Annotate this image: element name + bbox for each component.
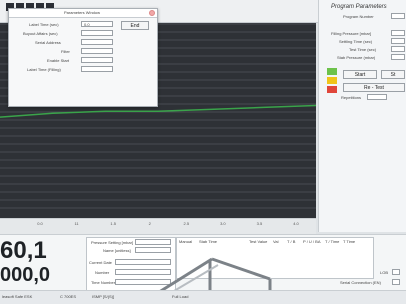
form-label-number: Number	[95, 270, 110, 275]
serial-connection-label: Serial Connection (EN)	[340, 280, 381, 285]
form-label-date: Current Date	[89, 260, 112, 265]
table-header-ttime: T / Time	[325, 239, 340, 244]
end-button[interactable]: End	[121, 21, 149, 30]
status-green-indicator	[327, 68, 337, 75]
x-tick-label: 2.5	[184, 221, 190, 226]
field-label-serial: Serial Address	[35, 40, 61, 45]
program-number-field[interactable]	[391, 13, 405, 19]
x-tick-label: 1.5	[110, 221, 116, 226]
frame-beam-right	[211, 257, 271, 281]
serial-field[interactable]	[81, 39, 113, 45]
status-item-3: ISMP [S/(S)]	[92, 294, 115, 299]
label-time-field[interactable]: 0.0	[81, 21, 113, 27]
enable-start-select[interactable]	[81, 57, 113, 63]
form-label-pressure: Pressure Setting [mbar]	[91, 240, 134, 245]
row-label-filling: Filling Pressure [mbar]	[331, 31, 372, 36]
x-tick-label: 2	[149, 221, 152, 226]
status-yellow-indicator	[327, 77, 337, 84]
filling-pressure-field[interactable]	[391, 30, 405, 36]
form-label-name: Name [unitless]	[103, 248, 131, 253]
serial-connection-field[interactable]	[392, 279, 400, 285]
repetitions-field[interactable]	[367, 94, 387, 100]
table-header-pub: P / U / BA	[303, 239, 321, 244]
panel-title: Program Parameters	[331, 4, 387, 10]
stab-pressure-field[interactable]	[391, 54, 405, 60]
pressure-setting-field[interactable]	[135, 239, 171, 245]
status-bar: leasoft Safe ESK C 700ES ISMP [S/(S)] Fu…	[0, 290, 406, 304]
buyout-field[interactable]	[81, 30, 113, 36]
x-axis: 0.0 11 1.5 2 2.5 3.0 3.5 4.0	[0, 218, 316, 235]
form-label-time-number: Time Number	[91, 280, 116, 285]
x-tick-label: 3.0	[220, 221, 226, 226]
unit-field[interactable]	[392, 269, 400, 275]
table-header-val: Val	[273, 239, 279, 244]
field-label-enable: Enable Start	[47, 58, 70, 63]
stop-button[interactable]: St	[381, 70, 405, 79]
x-tick-label: 0.0	[37, 221, 43, 226]
parameters-dialog: Parameters Window Label Time (sec) 0.0 B…	[8, 8, 158, 107]
row-label-settling: Settling Time (sec)	[339, 39, 373, 44]
status-item-1: leasoft Safe ESK	[2, 294, 33, 299]
big-value-1: 60,1	[0, 237, 47, 264]
table-header-tb: T / B	[287, 239, 296, 244]
unit-label: LOB	[380, 270, 389, 275]
start-button[interactable]: Start	[343, 70, 377, 79]
application-window: 0.0 11 1.5 2 2.5 3.0 3.5 4.0 Parameters Window …	[0, 0, 406, 304]
filling-time-select[interactable]	[81, 66, 113, 72]
label-time-value: 0.0	[84, 22, 90, 27]
table-header-t-time: T Time	[343, 239, 356, 244]
status-red-indicator	[327, 86, 337, 93]
field-label-filling: Label Time (Filling)	[27, 67, 61, 72]
status-item-2: C 700ES	[60, 294, 77, 299]
x-axis-svg: 0.0 11 1.5 2 2.5 3.0 3.5 4.0	[37, 221, 299, 226]
field-label-buyout: Buyout Affairs (sec)	[23, 31, 58, 36]
retest-button[interactable]: Re - Test	[343, 83, 405, 92]
x-tick-label: 4.0	[293, 221, 299, 226]
x-tick-label: 3.5	[257, 221, 263, 226]
x-tick-label: 11	[74, 221, 79, 226]
field-label-filter: Filter	[61, 49, 70, 54]
big-value-2: 000,0	[0, 264, 51, 286]
dialog-titlebar[interactable]: Parameters Window	[9, 9, 157, 18]
row-label-program: Program Number	[343, 14, 374, 19]
filter-select[interactable]	[81, 48, 113, 54]
status-item-4: Full Load	[172, 294, 189, 299]
test-time-field[interactable]	[391, 46, 405, 52]
series-line	[0, 104, 317, 118]
field-label-label-time: Label Time (sec)	[29, 22, 59, 27]
table-header-test-value: Test Value	[249, 239, 268, 244]
table-header-stab-time: Stab Time	[199, 239, 218, 244]
program-parameters-panel: Program Parameters Program Number Fillin…	[318, 0, 406, 232]
row-label-test: Test Time (sec)	[349, 47, 377, 52]
table-header-manual: Manual	[179, 239, 193, 244]
repetitions-label: Repetitions	[341, 95, 362, 100]
dialog-title: Parameters Window	[64, 10, 101, 15]
settling-time-field[interactable]	[391, 38, 405, 44]
close-icon[interactable]	[149, 10, 155, 16]
row-label-stab: Stab Pressure (mbar)	[337, 55, 376, 60]
